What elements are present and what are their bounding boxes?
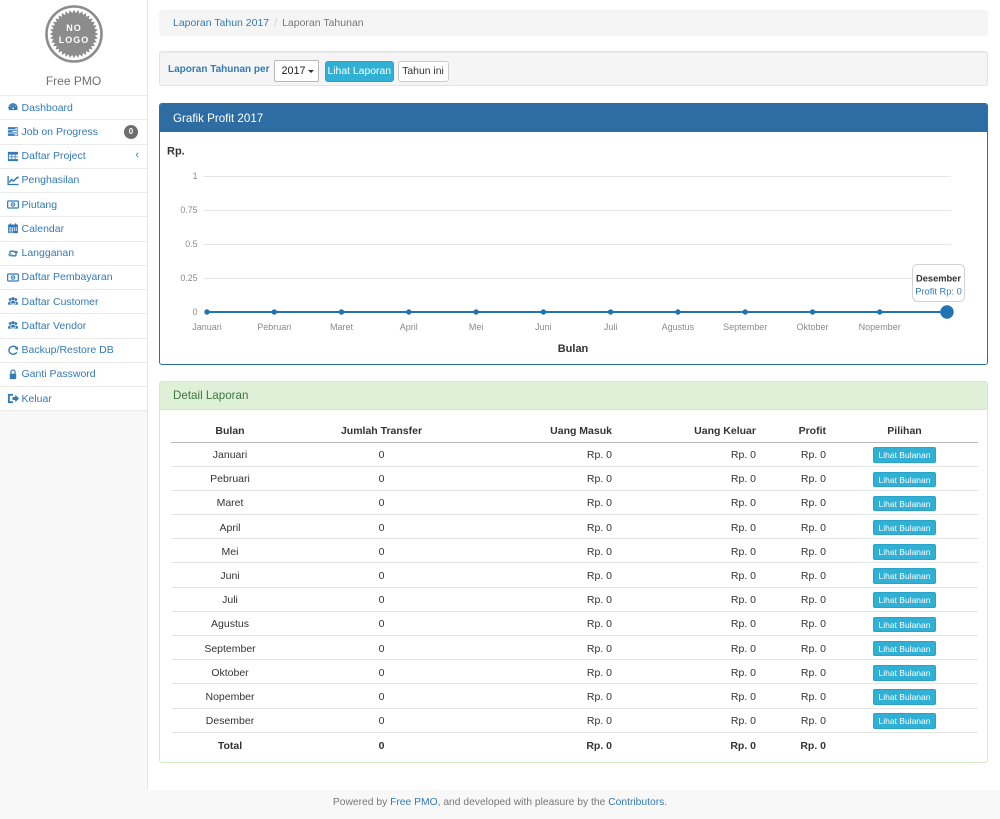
svg-text:Agustus: Agustus [662,322,695,332]
svg-text:Profit Rp: 0: Profit Rp: 0 [915,287,962,297]
svg-text:NO: NO [66,23,82,33]
svg-text:September: September [723,322,767,332]
svg-text:Juli: Juli [604,322,618,332]
svg-text:1: 1 [193,171,198,181]
svg-text:Maret: Maret [330,322,354,332]
svg-text:Bulan: Bulan [558,343,589,355]
svg-text:Juni: Juni [535,322,552,332]
svg-text:0.75: 0.75 [180,205,197,215]
svg-text:0.5: 0.5 [185,239,197,249]
svg-text:Rp.: Rp. [167,146,185,158]
svg-text:Oktober: Oktober [796,322,828,332]
svg-text:LOGO: LOGO [59,35,90,45]
svg-text:Nopember: Nopember [859,322,901,332]
svg-text:Mei: Mei [469,322,484,332]
svg-text:April: April [400,322,418,332]
svg-text:Desember: Desember [916,274,961,284]
svg-text:0.25: 0.25 [180,273,197,283]
svg-text:0: 0 [193,307,198,317]
svg-text:Januari: Januari [192,322,222,332]
svg-text:Pebruari: Pebruari [257,322,291,332]
